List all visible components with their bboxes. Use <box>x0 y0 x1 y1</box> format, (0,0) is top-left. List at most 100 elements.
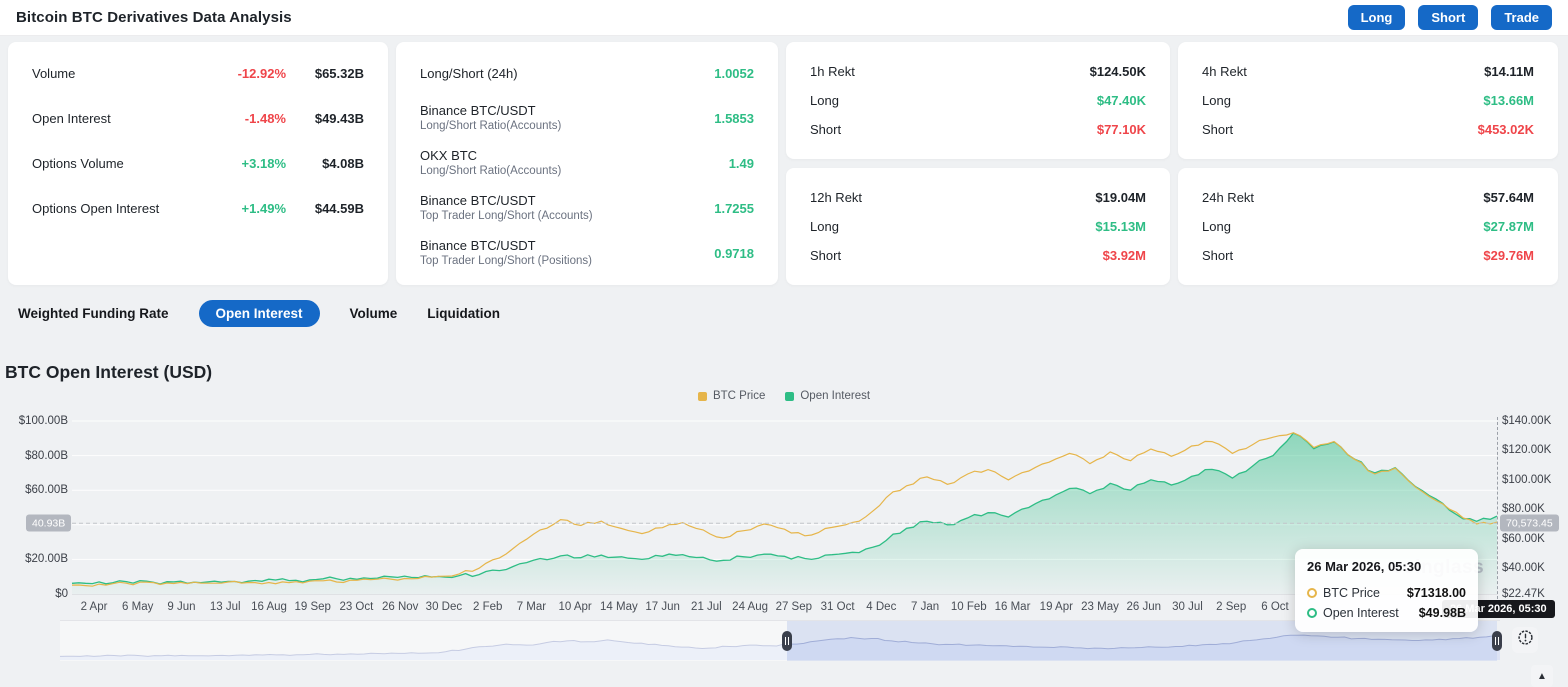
rekt-long-label: Long <box>810 219 839 234</box>
stat-change: -12.92% <box>238 66 286 81</box>
rekt-short-value: $453.02K <box>1478 122 1534 137</box>
x-axis-tick: 31 Oct <box>821 601 855 613</box>
legend-item-open-interest[interactable]: Open Interest <box>785 390 870 402</box>
ratio-labels: Binance BTC/USDTLong/Short Ratio(Account… <box>420 103 561 134</box>
x-axis-tick: 4 Dec <box>866 601 896 613</box>
alert-gear-icon <box>1517 629 1534 651</box>
x-axis-tick: 6 May <box>122 601 153 613</box>
rekt-title: 12h Rekt <box>810 190 862 205</box>
tab-volume[interactable]: Volume <box>350 300 398 327</box>
ratio-labels: Long/Short (24h) <box>420 66 518 82</box>
crosshair-line <box>1497 417 1498 609</box>
rekt-long-row: Long$27.87M <box>1202 219 1534 234</box>
right-axis-current-badge: 70,573.45 <box>1500 515 1559 532</box>
rekt-long-value: $13.66M <box>1483 93 1534 108</box>
legend-item-btc-price[interactable]: BTC Price <box>698 390 765 402</box>
stat-row: Options Open Interest+1.49%$44.59B <box>32 186 364 231</box>
chart-settings-button[interactable] <box>1512 627 1538 653</box>
rekt-card: 4h Rekt$14.11MLong$13.66MShort$453.02K <box>1178 42 1558 159</box>
rekt-short-value: $3.92M <box>1103 248 1146 263</box>
x-axis-tick: 13 Jul <box>210 601 241 613</box>
x-axis-tick: 26 Jun <box>1127 601 1162 613</box>
rekt-total-value: $57.64M <box>1483 190 1534 205</box>
rekt-short-value: $29.76M <box>1483 248 1534 263</box>
x-axis-tick: 19 Apr <box>1040 601 1073 613</box>
stat-row: Open Interest-1.48%$49.43B <box>32 96 364 141</box>
ratio-row: Binance BTC/USDTTop Trader Long/Short (P… <box>420 231 754 276</box>
legend-label: Open Interest <box>800 390 870 402</box>
tab-weighted-funding-rate[interactable]: Weighted Funding Rate <box>18 300 169 327</box>
legend-swatch <box>698 392 707 401</box>
ratio-labels: Binance BTC/USDTTop Trader Long/Short (A… <box>420 193 593 224</box>
trade-button[interactable]: Trade <box>1491 5 1552 30</box>
rekt-title: 1h Rekt <box>810 64 855 79</box>
rekt-total-value: $14.11M <box>1484 64 1534 79</box>
rekt-short-value: $77.10K <box>1097 122 1146 137</box>
rekt-card: 1h Rekt$124.50K Long$47.40K Short $77.10K <box>786 42 1170 159</box>
rekt-short-label: Short <box>810 122 841 137</box>
page-title: Bitcoin BTC Derivatives Data Analysis <box>16 9 292 26</box>
tooltip-row: BTC Price$71318.00 <box>1307 583 1466 603</box>
rekt-total-row: 24h Rekt $57.64M <box>1202 190 1534 205</box>
left-axis-tick: $60.00B <box>0 484 68 496</box>
market-stats-card: Volume-12.92%$65.32BOpen Interest-1.48%$… <box>8 42 388 285</box>
stat-value: $49.43B <box>306 111 364 126</box>
rekt-long-row: Long$47.40K <box>810 93 1146 108</box>
x-axis-tick: 14 May <box>600 601 638 613</box>
rekt-title: 24h Rekt <box>1202 190 1254 205</box>
x-axis-tick: 16 Aug <box>251 601 287 613</box>
navigator-right-handle[interactable] <box>1492 631 1502 651</box>
app-header: Bitcoin BTC Derivatives Data Analysis Lo… <box>0 0 1568 36</box>
x-axis-tick: 27 Sep <box>776 601 812 613</box>
ratio-row: Long/Short (24h)1.0052 <box>420 51 754 96</box>
ratio-value: 1.7255 <box>714 201 754 216</box>
chart-tooltip: 26 Mar 2026, 05:30 BTC Price$71318.00Ope… <box>1295 549 1478 632</box>
stat-row: Volume-12.92%$65.32B <box>32 51 364 96</box>
rekt-total-row: 1h Rekt$124.50K <box>810 64 1146 79</box>
stat-label: Volume <box>32 66 75 81</box>
long-button[interactable]: Long <box>1348 5 1406 30</box>
right-axis-tick: $22.47K <box>1502 588 1545 600</box>
tooltip-row: Open Interest$49.98B <box>1307 603 1466 623</box>
ratio-row: OKX BTCLong/Short Ratio(Accounts) 1.49 <box>420 141 754 186</box>
tab-open-interest[interactable]: Open Interest <box>199 300 320 327</box>
rekt-short-label: Short <box>810 248 841 263</box>
rekt-short-row: Short $77.10K <box>810 122 1146 137</box>
ratio-label: Binance BTC/USDT <box>420 193 593 209</box>
stats-overview: Volume-12.92%$65.32BOpen Interest-1.48%$… <box>8 42 1558 285</box>
rekt-long-value: $15.13M <box>1095 219 1146 234</box>
x-axis-tick: 19 Sep <box>294 601 330 613</box>
rekt-long-label: Long <box>810 93 839 108</box>
right-axis-tick: $80.00K <box>1502 503 1545 515</box>
ratio-value: 1.49 <box>729 156 754 171</box>
scroll-top-button[interactable]: ▲ <box>1531 665 1553 687</box>
ratio-label: Long/Short (24h) <box>420 66 518 82</box>
rekt-card: 12h Rekt$19.04MLong$15.13MShort$3.92M <box>786 168 1170 285</box>
stat-change: -1.48% <box>245 111 286 126</box>
right-axis-tick: $140.00K <box>1502 415 1551 427</box>
x-axis-tick: 26 Nov <box>382 601 418 613</box>
ratio-sublabel: Long/Short Ratio(Accounts) <box>420 119 561 134</box>
legend-label: BTC Price <box>713 390 765 402</box>
rekt-title: 4h Rekt <box>1202 64 1247 79</box>
ratio-value: 0.9718 <box>714 246 754 261</box>
tooltip-series-label: BTC Price <box>1323 586 1380 600</box>
x-axis-tick: 16 Mar <box>995 601 1031 613</box>
x-axis-tick: 7 Mar <box>517 601 546 613</box>
chart-title: BTC Open Interest (USD) <box>5 362 212 383</box>
rekt-card: 24h Rekt $57.64M Long$27.87M Short $29.76M <box>1178 168 1558 285</box>
ratio-sublabel: Top Trader Long/Short (Accounts) <box>420 209 593 224</box>
short-button[interactable]: Short <box>1418 5 1478 30</box>
stat-row: Options Volume+3.18%$4.08B <box>32 141 364 186</box>
x-axis-tick: 10 Apr <box>558 601 591 613</box>
ratio-labels: OKX BTCLong/Short Ratio(Accounts) <box>420 148 561 179</box>
left-axis-current-badge: 40.93B <box>26 515 71 532</box>
legend-swatch <box>785 392 794 401</box>
stat-value: $44.59B <box>306 201 364 216</box>
tab-liquidation[interactable]: Liquidation <box>427 300 500 327</box>
x-axis-tick: 2 Apr <box>81 601 108 613</box>
chart-legend: BTC Price Open Interest <box>0 390 1568 402</box>
navigator-left-handle[interactable] <box>782 631 792 651</box>
rekt-short-label: Short <box>1202 248 1233 263</box>
x-axis-tick: 17 Jun <box>645 601 680 613</box>
